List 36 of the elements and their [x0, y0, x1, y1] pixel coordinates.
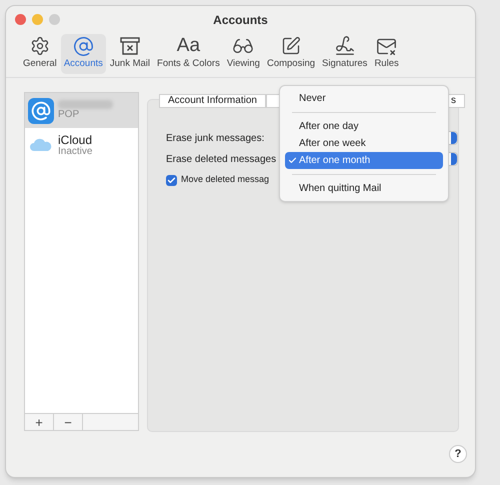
sidebar-button[interactable]: + [25, 414, 54, 430]
minimize-button[interactable] [32, 14, 43, 25]
settings-icon [30, 36, 50, 56]
account-status: POP [58, 109, 80, 121]
account-status: Inactive [58, 146, 92, 158]
checkbox[interactable] [166, 174, 177, 186]
menu-item[interactable]: Never [285, 90, 443, 107]
toolbar-tab[interactable]: Signatures [319, 34, 370, 74]
checkbox-label: Move deleted messag [181, 173, 270, 186]
toolbar-tab[interactable]: Junk Mail [106, 34, 154, 74]
toolbar-tab[interactable]: Viewing [224, 34, 263, 74]
setting-label: Erase deleted messages [166, 152, 274, 166]
window-title: Accounts [213, 12, 268, 29]
toolbar-tab[interactable]: Aa Fonts & Colors [154, 34, 223, 74]
toolbar-tab[interactable]: General [20, 34, 60, 74]
at-sign-icon [28, 98, 54, 124]
help-button[interactable]: ? [449, 445, 467, 463]
toolbar-tab[interactable]: Rules [371, 34, 402, 74]
setting-label: Erase junk messages: [166, 132, 266, 146]
account-name: iCloud [58, 134, 92, 146]
menu-item[interactable]: When quitting Mail [285, 180, 443, 197]
menu-item[interactable]: After one week [285, 135, 443, 152]
menu-item[interactable]: After one day [285, 118, 443, 135]
at-sign-icon [72, 36, 94, 57]
tab[interactable]: Account Information [159, 94, 266, 108]
junk-bin-icon [118, 36, 141, 56]
blurred-name [58, 100, 113, 109]
signature-icon [334, 35, 356, 58]
toolbar-tab[interactable]: Composing [264, 34, 318, 74]
sidebar-button[interactable]: − [54, 414, 83, 430]
close-button[interactable] [15, 14, 26, 25]
menu-item[interactable]: After one month [285, 152, 443, 169]
toolbar-tab[interactable]: Accounts [60, 34, 106, 74]
check-icon [288, 156, 296, 165]
font-glyph-icon: Aa [176, 36, 200, 56]
compose-icon [280, 36, 301, 56]
